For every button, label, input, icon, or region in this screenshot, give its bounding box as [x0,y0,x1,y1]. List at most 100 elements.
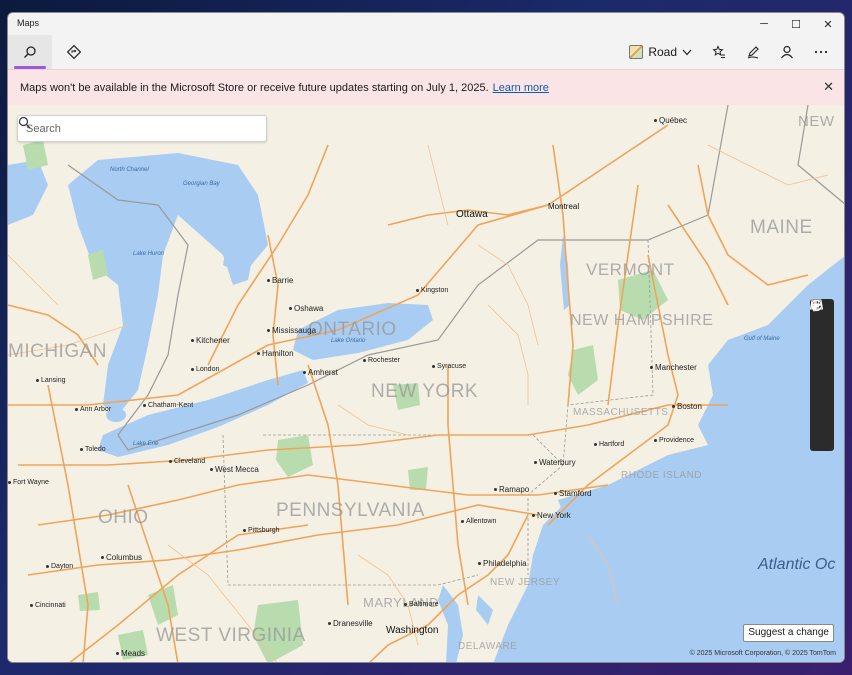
tab-search[interactable] [8,35,52,69]
label-new-york: NEW YORK [371,381,479,402]
city-manchester: Manchester [650,363,697,372]
city-kingston: Kingston [416,287,448,294]
city-dayton: Dayton [46,563,73,570]
label-vermont: VERMONT [586,260,675,279]
city-chatham-kent: Chatham-Kent [143,402,193,409]
person-icon [781,45,793,59]
city-hartford: Hartford [594,441,624,448]
zoom-out-icon [811,304,821,306]
city-montreal: Montreal [548,202,580,211]
city-cleveland: Cleveland [169,458,205,465]
city-oshawa: Oshawa [289,304,323,313]
label-lake-huron: Lake Huron [133,251,165,257]
city-washington: Washington [386,625,439,636]
zoom-out-button[interactable] [810,304,834,449]
label-delaware: DELAWARE [458,641,518,652]
more-button[interactable] [804,35,838,69]
label-gulf-of-maine: Gulf of Maine [744,336,780,342]
city-toledo: Toledo [80,446,106,453]
tab-directions[interactable] [52,35,96,69]
city-syracuse: Syracuse [432,363,466,370]
label-ohio: OHIO [98,507,149,528]
search-icon [24,46,36,58]
chevron-down-icon [682,49,692,55]
city-west-mecca: West Mecca [210,465,259,474]
ink-button[interactable] [736,35,770,69]
label-west-virginia: WEST VIRGINIA [156,625,306,646]
map-style-label: Road [648,45,677,59]
banner-close-icon[interactable]: ✕ [823,79,834,95]
suggest-change-button[interactable]: Suggest a change [743,624,834,642]
city-mississauga: Mississauga [267,326,316,335]
city-barrie: Barrie [267,276,293,285]
city-cincinnati: Cincinnati [30,602,66,609]
ink-pen-icon [747,46,759,59]
window-controls: ─ ☐ ✕ [748,13,844,35]
label-lake-erie: Lake Erie [133,441,159,447]
label-massachusetts: MASSACHUSETTS [573,407,669,418]
locate-me-button[interactable] [810,299,834,389]
city-waterbury: Waterbury [534,458,576,467]
city-new-york: New York [532,511,571,520]
label-new: NEW [798,113,835,130]
label-atlantic: Atlantic Oc [758,556,836,573]
city-allentown: Allentown [461,518,496,525]
maximize-button[interactable]: ☐ [780,13,812,35]
city-columbus: Columbus [101,553,142,562]
account-button[interactable] [770,35,804,69]
grid-view-button[interactable] [810,299,834,359]
city-ottawa: Ottawa [456,209,488,220]
favorites-button[interactable] [702,35,736,69]
close-window-button[interactable]: ✕ [812,13,844,35]
city-kitchener: Kitchener [191,336,230,345]
favorites-icon [712,45,725,58]
label-rhode-island: RHODE ISLAND [621,470,703,481]
copyright-text: © 2025 Microsoft Corporation, © 2025 Tom… [689,650,836,657]
maps-window: Maps ─ ☐ ✕ Road Maps won't be available … [7,12,845,663]
label-new-hampshire: NEW HAMPSHIRE [570,312,714,329]
city-boston: Boston [672,402,702,411]
banner-message-text: Maps won't be available in the Microsoft… [20,82,489,94]
city-lansing: Lansing [36,377,66,384]
more-icon [814,50,828,54]
map-canvas[interactable]: MICHIGAN ONTARIO NEW YORK VERMONT NEW HA… [8,105,844,662]
learn-more-link[interactable]: Learn more [493,82,549,94]
city-baltimore: Baltimore [404,601,439,608]
city-ann-arbor: Ann Arbor [75,406,111,413]
minimize-button[interactable]: ─ [748,13,780,35]
title-bar: Maps ─ ☐ ✕ [8,13,844,35]
city-amherst: Amherst [303,368,338,377]
city-fort-wayne: Fort Wayne [8,479,49,486]
label-north-channel: North Channel [110,167,149,173]
directions-icon [67,45,81,59]
city-stamford: Stamford [554,489,591,498]
label-michigan: MICHIGAN [8,341,107,362]
app-title: Maps [17,18,40,28]
search-box[interactable] [17,115,267,142]
toolbar-tabs [8,35,96,69]
zoom-in-button[interactable] [810,300,834,419]
road-style-icon [629,45,644,59]
map-controls [810,299,834,451]
city-hamilton: Hamilton [257,349,294,358]
toolbar-actions: Road [619,35,838,69]
search-icon[interactable] [18,116,31,129]
search-input[interactable] [26,121,236,137]
map-style-dropdown[interactable]: Road [619,35,702,69]
label-lake-ontario: Lake Ontario [331,338,366,344]
deprecation-banner: Maps won't be available in the Microsoft… [8,69,844,105]
banner-message: Maps won't be available in the Microsoft… [20,82,549,94]
toolbar: Road [8,35,844,69]
city-philadelphia: Philadelphia [478,559,527,568]
label-maine: MAINE [750,217,813,238]
label-new-jersey: NEW JERSEY [490,577,561,588]
city-providence: Providence [654,437,694,444]
label-georgian-bay: Georgian Bay [183,181,220,187]
city-meads: Meads [116,649,145,658]
city-pittsburgh: Pittsburgh [243,527,280,534]
city-london: London [191,366,219,373]
city-ramapo: Ramapo [494,485,529,494]
city-dranesville: Dranesville [328,619,373,628]
city-rochester: Rochester [363,357,400,364]
label-pennsylvania: PENNSYLVANIA [276,500,425,521]
